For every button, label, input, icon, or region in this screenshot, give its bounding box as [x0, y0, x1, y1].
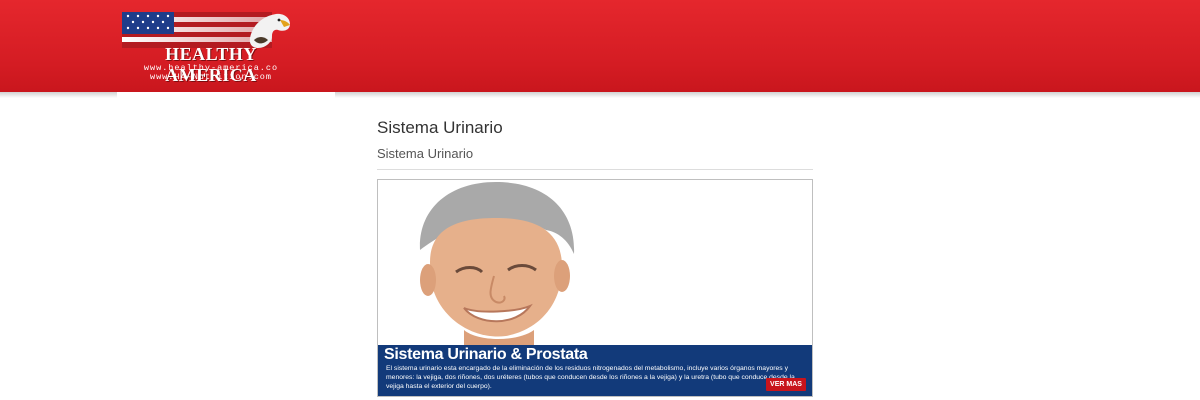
page-subtitle: Sistema Urinario	[377, 146, 474, 161]
banner-heading: Sistema Urinario & Prostata	[384, 346, 588, 363]
site-logo[interactable]: HEALTHY AMERICA www.healthy-america.co w…	[118, 8, 308, 85]
page-title: Sistema Urinario	[377, 118, 503, 137]
site-header: HEALTHY AMERICA www.healthy-america.co w…	[0, 0, 1200, 92]
header-shadow-gap	[117, 92, 335, 98]
logo-url-2: www.HA-Nutrition.com	[149, 72, 273, 82]
banner-text-panel: Sistema Urinario & Prostata El sistema u…	[378, 345, 812, 396]
ver-mas-button[interactable]: VER MAS	[766, 378, 806, 391]
promo-banner[interactable]: Sistema Urinario & Prostata El sistema u…	[377, 179, 813, 397]
divider	[377, 169, 813, 170]
banner-body: El sistema urinario esta encargado de la…	[386, 365, 795, 390]
man-portrait-image	[378, 180, 812, 348]
